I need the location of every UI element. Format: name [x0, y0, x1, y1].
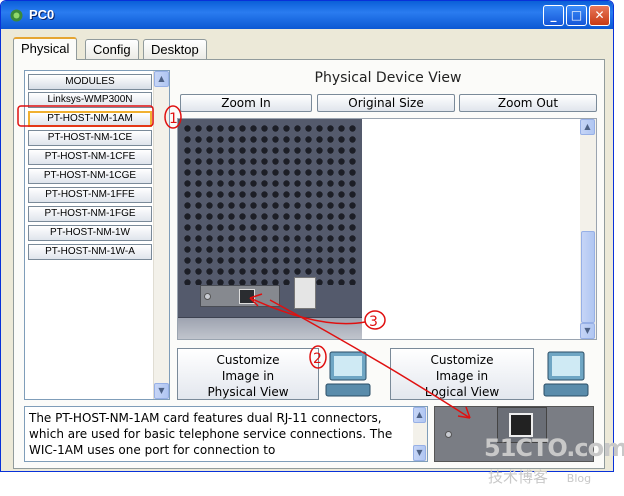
- button-line: Customize: [216, 353, 280, 367]
- ventilation-grille: [182, 123, 360, 285]
- tab-desktop[interactable]: Desktop: [143, 39, 207, 59]
- watermark-chinese: 技术博客: [488, 468, 549, 486]
- original-size-button[interactable]: Original Size: [317, 94, 455, 112]
- scroll-up-icon[interactable]: ▲: [413, 407, 426, 423]
- module-item[interactable]: PT-HOST-NM-1FGE: [28, 206, 152, 222]
- physical-view-title: Physical Device View: [314, 70, 462, 86]
- watermark-main: 51CTO.com: [484, 434, 624, 462]
- physical-panel: MODULES Linksys-WMP300N PT-HOST-NM-1AM P…: [13, 59, 605, 469]
- scroll-down-icon[interactable]: ▼: [580, 323, 595, 339]
- button-line: Image in: [221, 369, 275, 383]
- customize-physical-button[interactable]: Customize Image in Physical View: [177, 348, 319, 400]
- pc-rear-panel: [178, 119, 362, 339]
- module-item[interactable]: PT-HOST-NM-1CGE: [28, 168, 152, 184]
- button-line: Customize: [430, 353, 494, 367]
- scroll-thumb[interactable]: [581, 231, 595, 323]
- close-icon: ✕: [594, 8, 605, 22]
- device-viewport[interactable]: ▲ ▼: [177, 118, 597, 340]
- nm-1am-card[interactable]: [200, 285, 280, 307]
- watermark: 51CTO.com 技术博客 Blog: [484, 434, 624, 486]
- button-line: Physical View: [207, 385, 289, 399]
- module-item[interactable]: PT-HOST-NM-1W: [28, 225, 152, 241]
- pc-icon: [325, 351, 371, 397]
- description-text: The PT-HOST-NM-1AM card features dual RJ…: [29, 411, 393, 457]
- zoom-in-button[interactable]: Zoom In: [180, 94, 312, 112]
- close-button[interactable]: ✕: [589, 5, 610, 26]
- screw-icon: [204, 293, 211, 300]
- tab-physical[interactable]: Physical: [13, 37, 78, 60]
- ethernet-port[interactable]: [294, 277, 316, 309]
- button-line: Logical View: [424, 385, 500, 399]
- chassis-bottom: [178, 317, 362, 339]
- module-item[interactable]: Linksys-WMP300N: [28, 92, 152, 108]
- viewport-scrollbar[interactable]: ▲ ▼: [580, 119, 596, 339]
- module-item[interactable]: PT-HOST-NM-1W-A: [28, 244, 152, 260]
- minimize-icon: _: [550, 8, 557, 22]
- app-window: PC0 _ □ ✕ Physical Config Desktop MODULE…: [0, 0, 614, 472]
- tab-config[interactable]: Config: [85, 39, 139, 59]
- modules-list: MODULES Linksys-WMP300N PT-HOST-NM-1AM P…: [24, 70, 170, 400]
- scroll-down-icon[interactable]: ▼: [413, 445, 426, 461]
- button-line: Image in: [435, 369, 489, 383]
- modules-scrollbar[interactable]: ▲ ▼: [153, 71, 169, 399]
- scroll-up-icon[interactable]: ▲: [154, 71, 169, 87]
- rj11-port[interactable]: [239, 289, 255, 304]
- description-scrollbar[interactable]: ▲ ▼: [413, 407, 427, 461]
- app-icon: [10, 9, 23, 22]
- module-item[interactable]: PT-HOST-NM-1FFE: [28, 187, 152, 203]
- scroll-down-icon[interactable]: ▼: [154, 383, 169, 399]
- module-item-selected[interactable]: PT-HOST-NM-1AM: [28, 111, 152, 127]
- screw-icon: [445, 431, 452, 438]
- module-description: The PT-HOST-NM-1AM card features dual RJ…: [24, 406, 428, 462]
- watermark-sub: 技术博客 Blog: [488, 466, 618, 487]
- minimize-button[interactable]: _: [543, 5, 564, 26]
- zoom-out-button[interactable]: Zoom Out: [459, 94, 597, 112]
- module-item[interactable]: PT-HOST-NM-1CFE: [28, 149, 152, 165]
- pc-icon: [543, 351, 589, 397]
- maximize-icon: □: [570, 8, 583, 22]
- maximize-button[interactable]: □: [566, 5, 587, 26]
- scroll-up-icon[interactable]: ▲: [580, 119, 595, 135]
- customize-logical-button[interactable]: Customize Image in Logical View: [390, 348, 534, 400]
- module-item[interactable]: PT-HOST-NM-1CE: [28, 130, 152, 146]
- title-bar[interactable]: PC0 _ □ ✕: [1, 1, 613, 29]
- modules-header: MODULES: [28, 74, 152, 90]
- watermark-blog: Blog: [566, 472, 592, 485]
- window-title: PC0: [29, 7, 55, 22]
